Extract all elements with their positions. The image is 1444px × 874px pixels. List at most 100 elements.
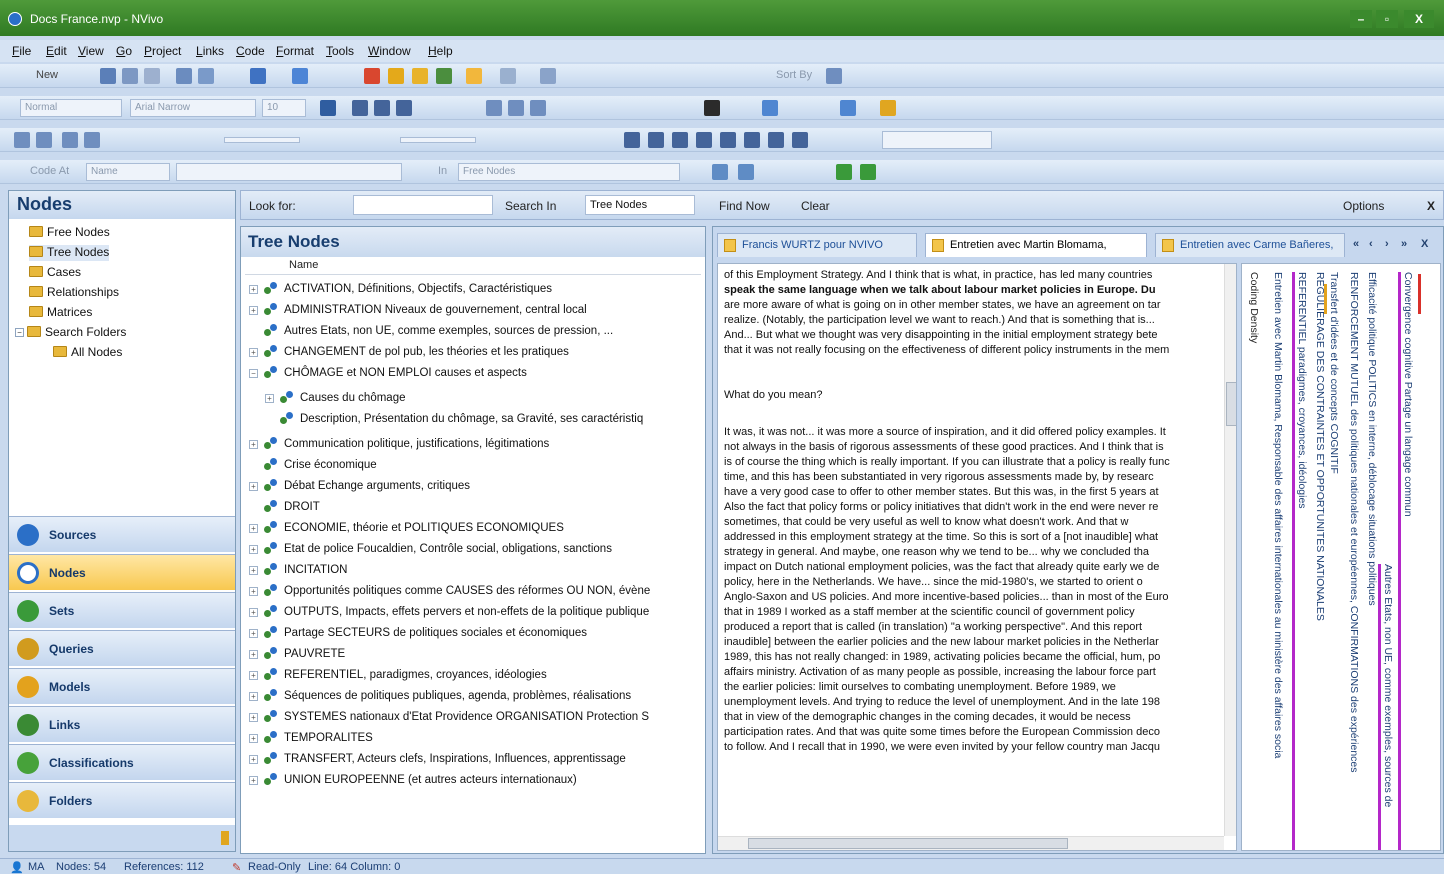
- view-icon[interactable]: [826, 68, 842, 84]
- zoom-in-icon[interactable]: [762, 100, 778, 116]
- scrollbar-thumb[interactable]: [1226, 382, 1236, 426]
- nav-button-links[interactable]: Links: [9, 706, 235, 742]
- previous-tab-button[interactable]: ‹: [1369, 238, 1373, 250]
- tree-node-row[interactable]: + TEMPORALITES: [249, 730, 699, 747]
- coding-stripe[interactable]: Efficacité politique POLITICS en interne…: [1366, 272, 1378, 850]
- tree-node-row[interactable]: + TRANSFERT, Acteurs clefs, Inspirations,…: [249, 751, 699, 768]
- menu-tools[interactable]: Tools: [326, 44, 354, 58]
- menu-view[interactable]: View: [78, 44, 104, 58]
- tree-node-row[interactable]: + Communication politique, justifications…: [249, 436, 699, 453]
- grid-icon[interactable]: [624, 132, 640, 148]
- first-tab-button[interactable]: «: [1353, 238, 1359, 250]
- coding-stripe[interactable]: REGULIERAGE DES CONTRAINTES ET OPPORTUNI…: [1314, 272, 1326, 850]
- bold-icon[interactable]: [352, 100, 368, 116]
- code-in-vivo-icon[interactable]: [860, 164, 876, 180]
- nav-tree-matrices[interactable]: Matrices: [29, 305, 92, 321]
- grid-icon[interactable]: [672, 132, 688, 148]
- copy-icon[interactable]: [198, 68, 214, 84]
- annotation-icon[interactable]: [412, 68, 428, 84]
- coding-stripe[interactable]: REFERENTIEL paradigmes, croyances, idéol…: [1296, 272, 1308, 850]
- font-size-field[interactable]: 10: [262, 99, 306, 117]
- code-at-name-field[interactable]: [176, 163, 402, 181]
- zoom-out-icon[interactable]: [840, 100, 856, 116]
- search-in-button[interactable]: Search In: [505, 199, 556, 213]
- italic-icon[interactable]: [374, 100, 390, 116]
- find-now-button[interactable]: Find Now: [719, 199, 770, 213]
- save-icon[interactable]: [100, 68, 116, 84]
- tree-node-row[interactable]: + ACTIVATION, Définitions, Objectifs, Car…: [249, 281, 699, 298]
- grid-icon[interactable]: [696, 132, 712, 148]
- nav-tree-cases[interactable]: Cases: [29, 265, 81, 281]
- coding-stripe[interactable]: Convergence cognitive Partage un langage…: [1402, 272, 1414, 850]
- play-icon[interactable]: [14, 132, 30, 148]
- expand-icon[interactable]: +: [249, 306, 258, 315]
- expand-icon[interactable]: +: [249, 545, 258, 554]
- grid-icon[interactable]: [648, 132, 664, 148]
- media-select[interactable]: [882, 131, 992, 149]
- coding-stripe[interactable]: Entretien avec Martin Blomama, Responsab…: [1272, 272, 1284, 850]
- menu-help[interactable]: Help: [428, 44, 453, 58]
- name-column-header[interactable]: Name: [245, 259, 701, 275]
- link-icon[interactable]: [388, 68, 404, 84]
- nav-tree-relationships[interactable]: Relationships: [29, 285, 119, 301]
- nav-button-sources[interactable]: Sources: [9, 516, 235, 552]
- menu-links[interactable]: Links: [196, 44, 224, 58]
- tree-node-row[interactable]: + REFERENTIEL, paradigmes, croyances, idé…: [249, 667, 699, 684]
- collapse-icon[interactable]: −: [249, 369, 258, 378]
- menu-code[interactable]: Code: [236, 44, 265, 58]
- tree-node-row[interactable]: + Partage SECTEURS de politiques sociales…: [249, 625, 699, 642]
- tree-node-row[interactable]: + UNION EUROPEENNE (et autres acteurs int…: [249, 772, 699, 789]
- underline-icon[interactable]: [396, 100, 412, 116]
- options-button[interactable]: Options: [1343, 199, 1384, 213]
- grid-icon[interactable]: [720, 132, 736, 148]
- menu-project[interactable]: Project: [144, 44, 181, 58]
- menu-edit[interactable]: Edit: [46, 44, 67, 58]
- scrollbar-thumb[interactable]: [748, 838, 1068, 849]
- nav-tree-free-nodes[interactable]: Free Nodes: [29, 225, 110, 241]
- tab-carme-baneres[interactable]: Entretien avec Carme Bañeres,: [1155, 233, 1345, 257]
- code-in-field[interactable]: Free Nodes: [458, 163, 680, 181]
- horizontal-scrollbar[interactable]: [718, 836, 1224, 850]
- tree-node-row[interactable]: + ADMINISTRATION Niveaux de gouvernement,…: [249, 302, 699, 319]
- expand-icon[interactable]: +: [249, 524, 258, 533]
- nav-button-classifications[interactable]: Classifications: [9, 744, 235, 780]
- print-icon[interactable]: [122, 68, 138, 84]
- rewind-icon[interactable]: [62, 132, 78, 148]
- grid-icon[interactable]: [792, 132, 808, 148]
- expand-icon[interactable]: +: [249, 285, 258, 294]
- nav-button-sets[interactable]: Sets: [9, 592, 235, 628]
- menu-file[interactable]: File: [12, 44, 31, 58]
- tree-node-row[interactable]: + PAUVRETE: [249, 646, 699, 663]
- code-at-type-field[interactable]: Name: [86, 163, 170, 181]
- nav-button-models[interactable]: Models: [9, 668, 235, 704]
- align-left-icon[interactable]: [486, 100, 502, 116]
- search-icon[interactable]: [436, 68, 452, 84]
- align-center-icon[interactable]: [508, 100, 524, 116]
- font-field[interactable]: Arial Narrow: [130, 99, 256, 117]
- menu-format[interactable]: Format: [276, 44, 314, 58]
- minimize-button[interactable]: –: [1350, 10, 1372, 28]
- expand-icon[interactable]: +: [249, 440, 258, 449]
- look-for-input[interactable]: [353, 195, 493, 215]
- next-tab-button[interactable]: ›: [1385, 238, 1389, 250]
- clear-button[interactable]: Clear: [801, 199, 830, 213]
- tree-node-row[interactable]: Crise économique: [249, 457, 699, 474]
- vertical-scrollbar[interactable]: [1224, 264, 1236, 836]
- highlight-icon[interactable]: [466, 68, 482, 84]
- tab-francis-wurtz[interactable]: Francis WURTZ pour NVIVO: [717, 233, 917, 257]
- new-button[interactable]: New: [36, 69, 58, 81]
- volume-slider[interactable]: [400, 137, 476, 143]
- tree-node-row[interactable]: − CHÔMAGE et NON EMPLOI causes et aspects: [249, 365, 699, 382]
- chart-icon[interactable]: [364, 68, 380, 84]
- last-tab-button[interactable]: »: [1401, 238, 1407, 250]
- style-field[interactable]: Normal: [20, 99, 122, 117]
- tree-node-row[interactable]: + ECONOMIE, théorie et POLITIQUES ECONOMI…: [249, 520, 699, 537]
- list-icon[interactable]: [292, 68, 308, 84]
- expand-icon[interactable]: +: [249, 608, 258, 617]
- close-button[interactable]: X: [1404, 10, 1434, 28]
- expand-icon[interactable]: +: [249, 671, 258, 680]
- preview-icon[interactable]: [144, 68, 160, 84]
- nav-button-queries[interactable]: Queries: [9, 630, 235, 666]
- nav-tree-search-folders[interactable]: − Search Folders: [15, 325, 126, 341]
- expand-icon[interactable]: +: [249, 348, 258, 357]
